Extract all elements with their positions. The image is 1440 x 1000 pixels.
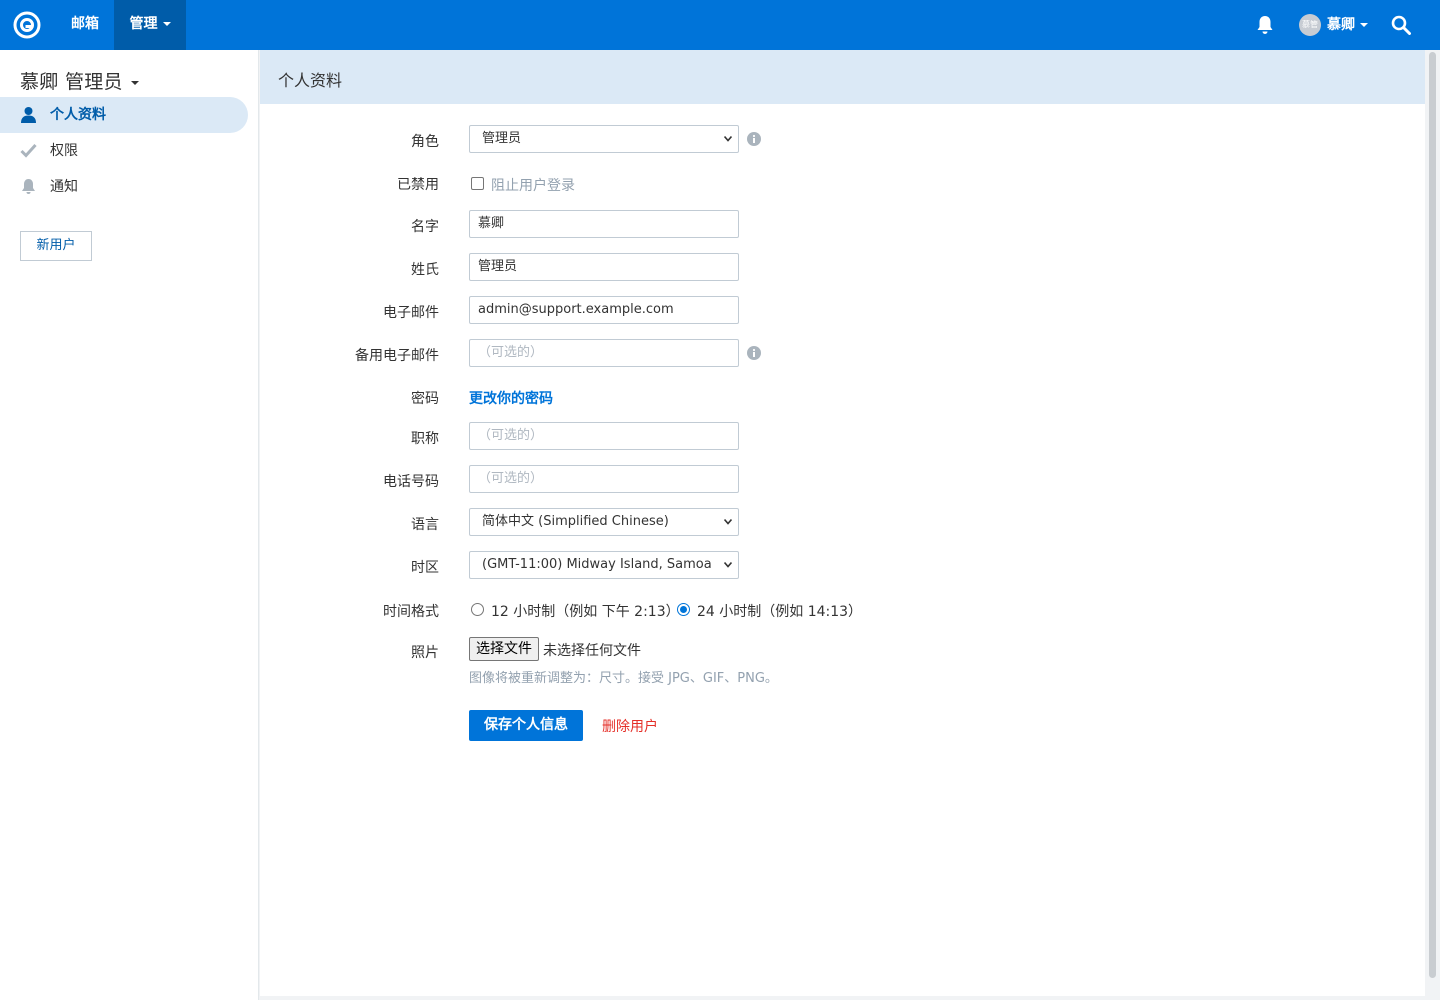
phone-label: 电话号码 <box>383 474 439 490</box>
sidebar-item-permissions[interactable]: 权限 <box>0 133 248 169</box>
photo-help-text: 图像将被重新调整为：尺寸。接受 JPG、GIF、PNG。 <box>469 671 778 686</box>
choose-file-button[interactable]: 选择文件 <box>469 637 539 661</box>
time-format-label: 时间格式 <box>383 604 439 620</box>
user-menu-name: 慕卿 <box>1327 17 1355 33</box>
logo-icon[interactable] <box>13 11 41 39</box>
sidebar-item-profile[interactable]: 个人资料 <box>0 97 248 133</box>
email-label: 电子邮件 <box>383 305 439 321</box>
last-name-label: 姓氏 <box>411 262 439 278</box>
time-format-24-label[interactable]: 24 小时制（例如 14:13） <box>697 601 862 621</box>
nav-mailbox[interactable]: 邮箱 <box>58 0 112 50</box>
chevron-down-icon <box>130 80 139 85</box>
sidebar: 慕卿 管理员 个人资料 权限 通知 新用户 <box>0 50 259 1000</box>
email-field[interactable]: admin@support.example.com <box>469 296 739 324</box>
search-icon[interactable] <box>1391 15 1411 35</box>
chevron-down-icon <box>724 519 732 525</box>
file-status-text: 未选择任何文件 <box>543 643 641 659</box>
top-navbar: 邮箱 管理 慕管 慕卿 <box>0 0 1440 50</box>
sidebar-user-title[interactable]: 慕卿 管理员 <box>20 67 139 94</box>
time-format-12-label[interactable]: 12 小时制（例如 下午 2:13） <box>491 601 680 621</box>
timezone-select-value: (GMT-11:00) Midway Island, Samoa <box>482 557 712 572</box>
role-label: 角色 <box>411 134 439 150</box>
scrollbar[interactable] <box>1425 50 1440 1000</box>
language-select[interactable]: 简体中文 (Simplified Chinese) <box>469 508 739 536</box>
language-select-value: 简体中文 (Simplified Chinese) <box>482 514 669 529</box>
info-icon[interactable] <box>747 346 761 360</box>
scrollbar-thumb[interactable] <box>1429 52 1436 978</box>
language-label: 语言 <box>411 517 439 533</box>
main-content: 个人资料 角色 管理员 已禁用 阻止用户登录 名字 慕卿 姓氏 管理员 电子邮件… <box>260 50 1425 996</box>
block-login-checkbox-label[interactable]: 阻止用户登录 <box>491 175 575 195</box>
sidebar-item-label: 个人资料 <box>50 107 106 123</box>
page-title: 个人资料 <box>278 71 343 90</box>
change-password-link[interactable]: 更改你的密码 <box>469 388 553 408</box>
avatar: 慕管 <box>1299 14 1321 36</box>
check-icon <box>20 143 37 158</box>
role-select[interactable]: 管理员 <box>469 125 739 153</box>
alt-email-field[interactable]: （可选的） <box>469 339 739 367</box>
user-menu[interactable]: 慕管 慕卿 <box>1299 13 1368 37</box>
nav-mailbox-label: 邮箱 <box>71 16 99 32</box>
sidebar-item-label: 权限 <box>50 143 78 159</box>
photo-label: 照片 <box>411 645 439 661</box>
alt-email-label: 备用电子邮件 <box>355 348 439 364</box>
chevron-down-icon <box>162 22 171 26</box>
sidebar-user-title-text: 慕卿 管理员 <box>20 71 123 93</box>
time-format-12-radio[interactable] <box>471 603 484 616</box>
notification-bell-icon[interactable] <box>1256 15 1274 35</box>
info-icon[interactable] <box>747 132 761 146</box>
chevron-down-icon <box>1360 23 1368 27</box>
nav-manage[interactable]: 管理 <box>114 0 186 50</box>
block-login-checkbox[interactable] <box>471 177 484 190</box>
first-name-field[interactable]: 慕卿 <box>469 210 739 238</box>
user-icon <box>21 107 36 123</box>
sidebar-item-notifications[interactable]: 通知 <box>0 169 248 205</box>
new-user-button[interactable]: 新用户 <box>20 231 92 261</box>
disabled-label: 已禁用 <box>397 177 439 193</box>
timezone-select[interactable]: (GMT-11:00) Midway Island, Samoa <box>469 551 739 579</box>
nav-manage-label: 管理 <box>129 16 158 32</box>
bell-icon <box>22 179 35 194</box>
last-name-field[interactable]: 管理员 <box>469 253 739 281</box>
delete-user-link[interactable]: 删除用户 <box>602 716 658 736</box>
phone-field[interactable]: （可选的） <box>469 465 739 493</box>
role-select-value: 管理员 <box>482 131 522 146</box>
job-title-label: 职称 <box>411 431 439 447</box>
password-label: 密码 <box>411 391 439 407</box>
chevron-down-icon <box>724 136 732 142</box>
first-name-label: 名字 <box>411 219 439 235</box>
timezone-label: 时区 <box>411 560 439 576</box>
sidebar-item-label: 通知 <box>50 179 78 195</box>
time-format-24-radio[interactable] <box>677 603 690 616</box>
chevron-down-icon <box>724 562 732 568</box>
save-profile-button[interactable]: 保存个人信息 <box>469 710 583 741</box>
job-title-field[interactable]: （可选的） <box>469 422 739 450</box>
content-header: 个人资料 <box>260 50 1425 104</box>
